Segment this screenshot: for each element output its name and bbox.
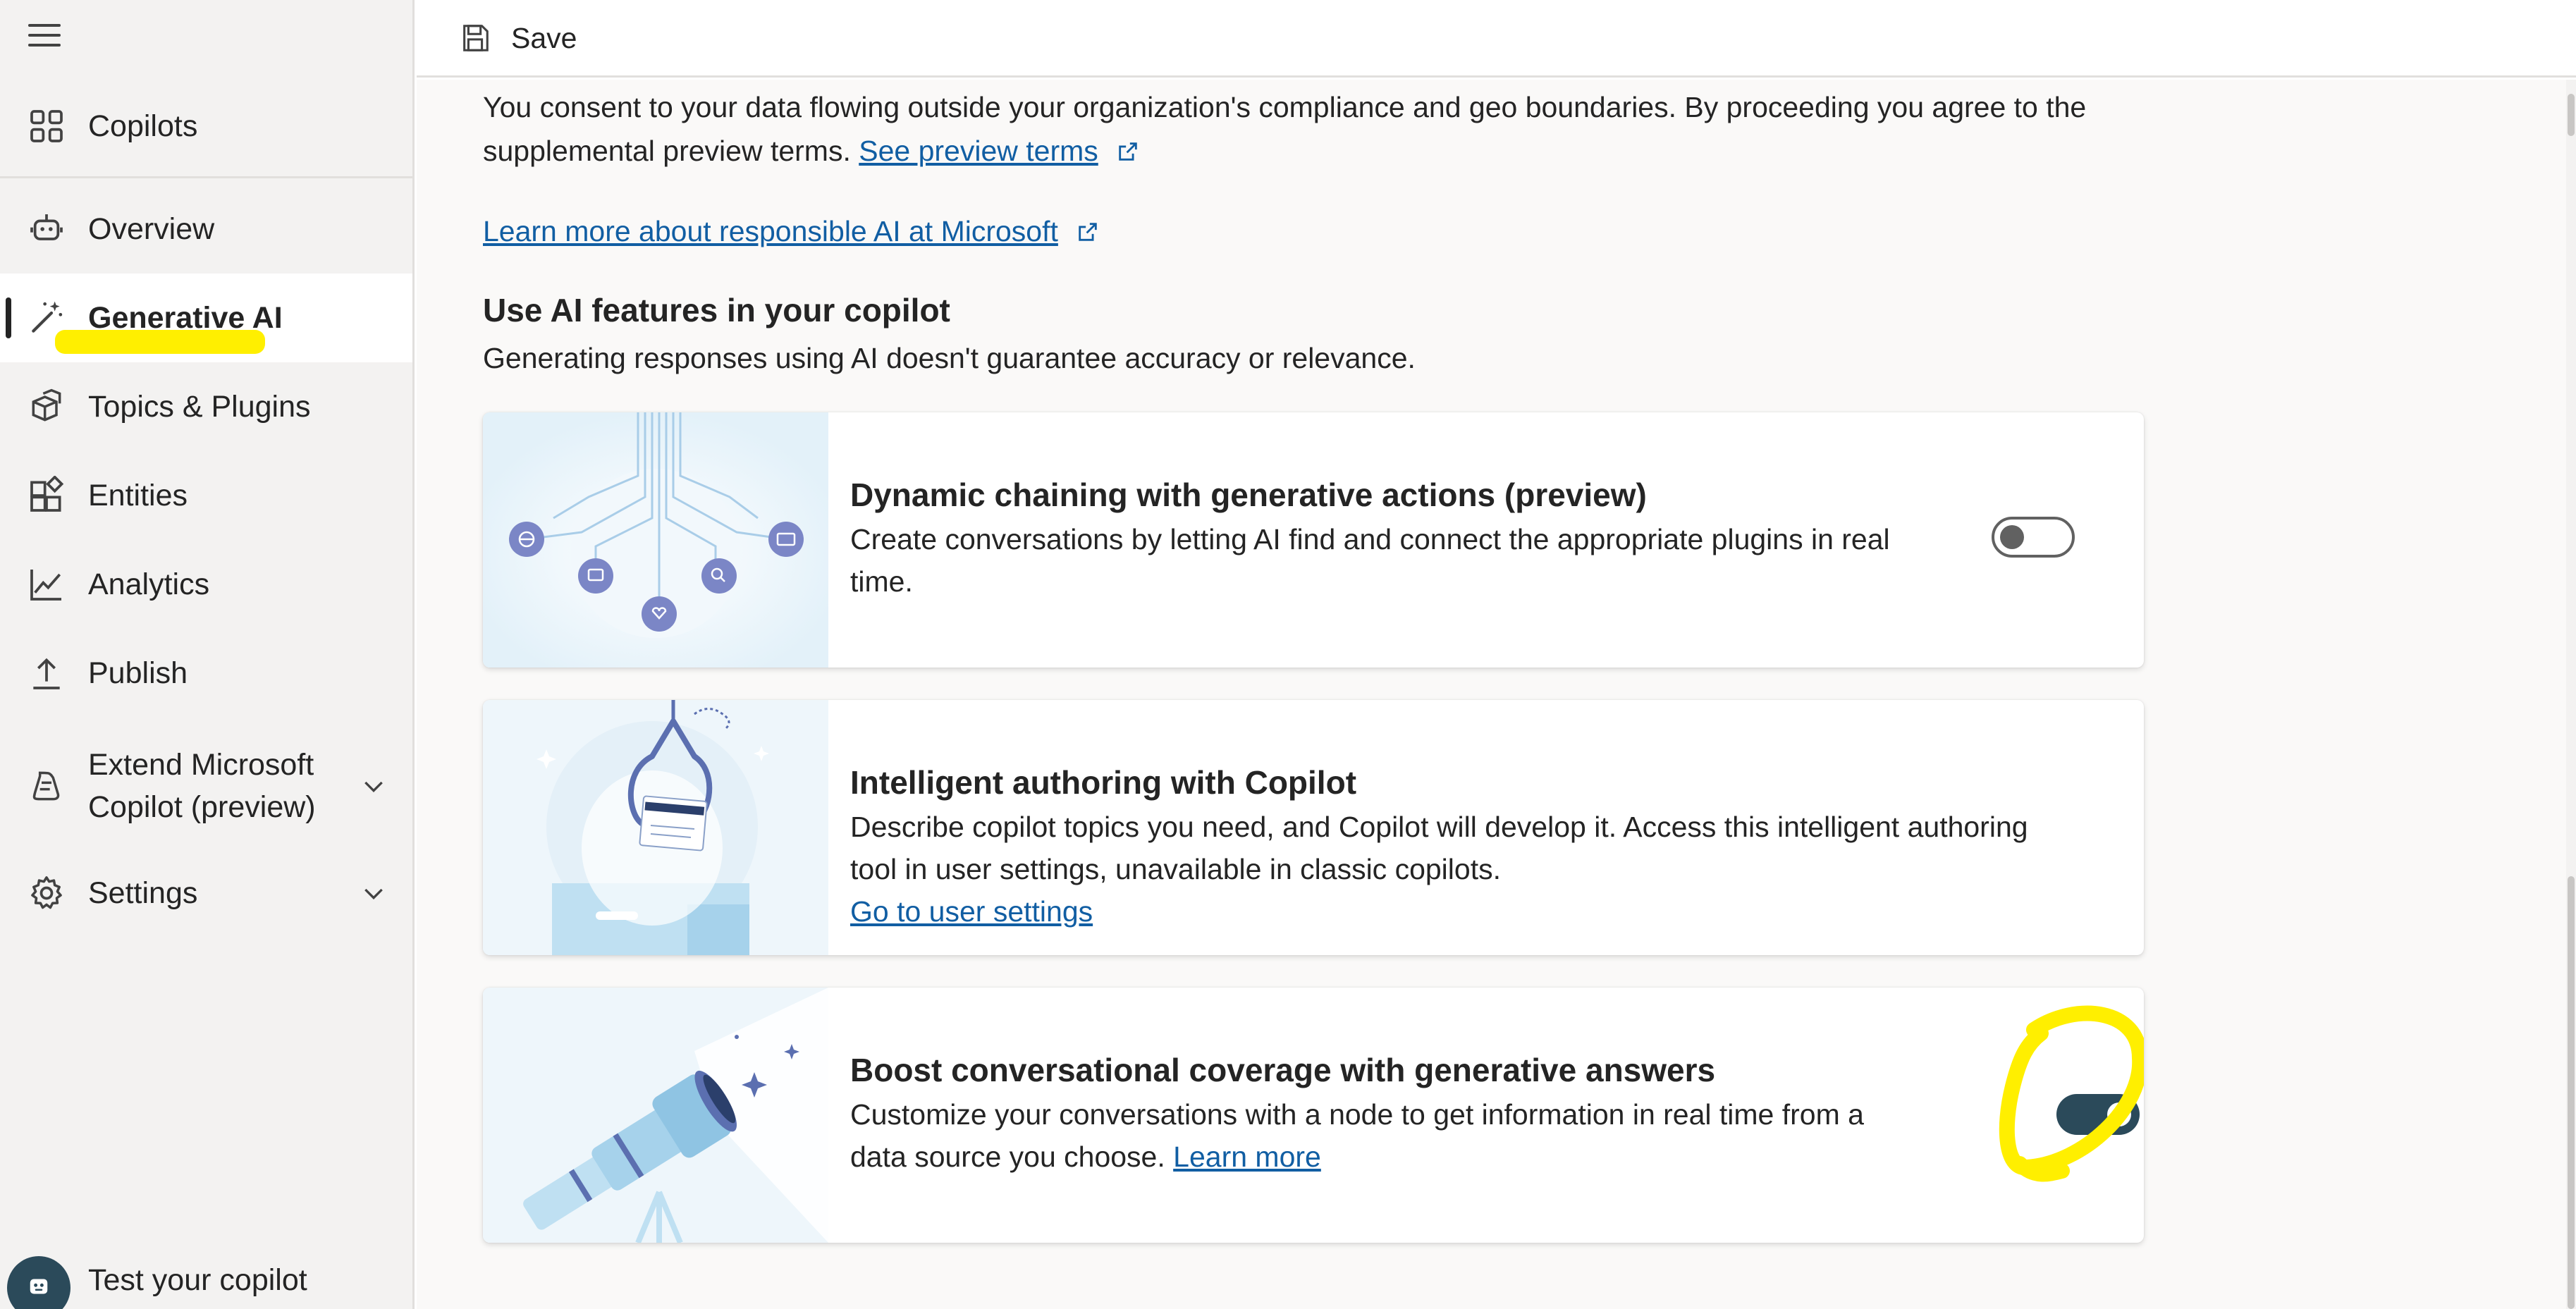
upload-icon — [33, 658, 60, 689]
claw-machine-illustration — [483, 700, 828, 955]
card-description-line: data source you choose. — [850, 1141, 1165, 1173]
test-copilot-button[interactable]: Test your copilot — [0, 1248, 412, 1309]
chart-line-icon — [30, 570, 61, 601]
card-description: Create conversations by letting AI find … — [850, 518, 1890, 603]
card-title: Intelligent authoring with Copilot — [850, 764, 1357, 801]
consent-line: supplemental preview terms. — [483, 135, 851, 167]
sidebar-item-label: Overview — [88, 211, 215, 246]
toggle-knob — [2000, 525, 2024, 549]
gear-icon — [31, 876, 62, 909]
go-to-user-settings-link[interactable]: Go to user settings — [850, 895, 1093, 928]
card-description-line: time. — [850, 565, 913, 598]
grid-icon — [30, 110, 63, 142]
sidebar-item-label: Copilot (preview) — [88, 790, 316, 824]
card-description-line: Customize your conversations with a node… — [850, 1098, 1864, 1131]
telescope-illustration — [483, 988, 828, 1243]
feature-card-generative-answers: Boost conversational coverage with gener… — [483, 988, 2144, 1243]
yellow-highlight-annotation — [55, 330, 265, 354]
section-subtitle: Generating responses using AI doesn't gu… — [483, 342, 1416, 374]
shapes-icon — [30, 476, 64, 512]
section-title: Use AI features in your copilot — [483, 292, 950, 328]
see-preview-terms-link[interactable]: See preview terms — [859, 135, 1098, 167]
sidebar-item-label: Copilots — [88, 109, 198, 143]
sidebar-item-label: Analytics — [88, 567, 210, 601]
copilot-icon — [32, 771, 60, 801]
feature-card-dynamic-chaining: Dynamic chaining with generative actions… — [483, 412, 2144, 668]
network-illustration — [483, 412, 828, 668]
sidebar: Copilots Overview Generative AI Topics &… — [0, 0, 415, 1309]
learn-more-link[interactable]: Learn more — [1173, 1141, 1321, 1173]
scrollbar-top-thumb[interactable] — [2568, 94, 2575, 136]
sidebar-item-publish[interactable]: Publish — [0, 629, 412, 718]
sidebar-item-label: Settings — [88, 875, 198, 910]
sidebar-item-entities[interactable]: Entities — [0, 451, 412, 540]
card-title: Dynamic chaining with generative actions… — [850, 477, 1647, 513]
sidebar-item-label: Entities — [88, 478, 188, 512]
dynamic-chaining-toggle[interactable] — [1992, 517, 2075, 558]
card-title: Boost conversational coverage with gener… — [850, 1052, 1716, 1088]
chevron-down-icon[interactable] — [360, 772, 388, 800]
feature-card-intelligent-authoring: Intelligent authoring with Copilot Descr… — [483, 700, 2144, 955]
sidebar-item-topics-plugins[interactable]: Topics & Plugins — [0, 362, 412, 451]
bot-avatar-icon — [7, 1256, 70, 1309]
consent-line: You consent to your data flowing outside… — [483, 91, 2087, 123]
responsible-ai-link[interactable]: Learn more about responsible AI at Micro… — [483, 215, 1058, 247]
consent-text: You consent to your data flowing outside… — [483, 85, 2086, 173]
yellow-circle-annotation — [1999, 1005, 2144, 1182]
card-description-line: Describe copilot topics you need, and Co… — [850, 811, 2028, 843]
card-description: Customize your conversations with a node… — [850, 1093, 1864, 1178]
divider — [0, 176, 412, 178]
card-description-line: tool in user settings, unavailable in cl… — [850, 853, 1501, 885]
scrollbar-thumb[interactable] — [2568, 876, 2575, 1309]
bot-icon — [30, 214, 63, 240]
cubes-icon — [32, 388, 61, 422]
save-button[interactable]: Save — [459, 17, 577, 59]
save-label: Save — [511, 21, 577, 54]
active-indicator — [6, 297, 11, 338]
hamburger-menu-icon[interactable] — [28, 24, 61, 48]
sidebar-item-settings[interactable]: Settings — [0, 849, 412, 938]
external-link-icon — [1119, 142, 1137, 161]
sidebar-item-label: Publish — [88, 656, 188, 690]
sidebar-item-copilots[interactable]: Copilots — [0, 82, 412, 171]
save-icon — [463, 25, 489, 51]
test-copilot-label: Test your copilot — [88, 1263, 307, 1297]
external-link-icon — [1079, 223, 1098, 241]
main-content: You consent to your data flowing outside… — [417, 80, 2576, 1309]
command-bar: Save — [417, 0, 2576, 78]
chevron-down-icon[interactable] — [360, 879, 388, 907]
sidebar-item-extend-copilot[interactable]: Extend Microsoft Copilot (preview) — [0, 740, 412, 832]
sidebar-item-analytics[interactable]: Analytics — [0, 540, 412, 629]
sidebar-item-overview[interactable]: Overview — [0, 185, 412, 274]
card-description: Describe copilot topics you need, and Co… — [850, 806, 2028, 933]
sidebar-item-label: Extend Microsoft — [88, 748, 314, 782]
scrollbar[interactable] — [2566, 80, 2576, 1309]
card-description-line: Create conversations by letting AI find … — [850, 523, 1890, 555]
sidebar-item-label: Topics & Plugins — [88, 389, 311, 424]
responsible-ai-row: Learn more about responsible AI at Micro… — [483, 209, 1100, 253]
